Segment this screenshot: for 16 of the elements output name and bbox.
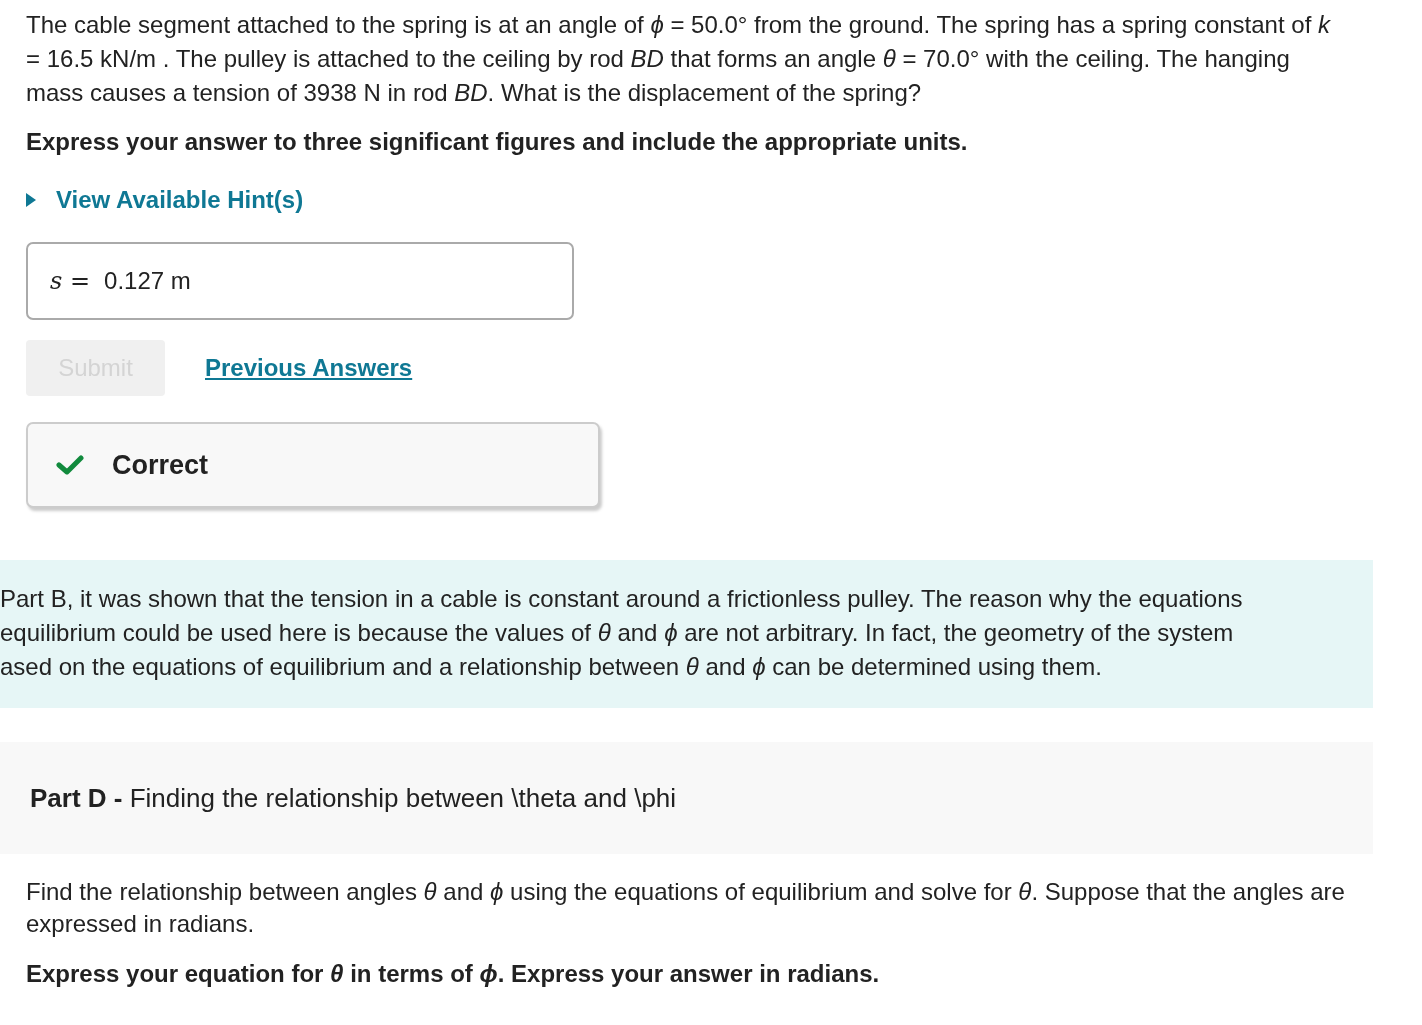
previous-answers-link[interactable]: Previous Answers [205,354,413,382]
question-text: The cable segment attached to the spring is at an angle of ϕ = 50.0° from the ground. The spring has a spring constant of k = 16.5 kN/m . The pulley is attached to the ceiling by rod BD that forms an angle θ = 70.0° with the ceiling. The hanging mass causes a tension of 3938 N in rod BD. What is the displacement of the spring? [26,10,1332,108]
explanation-text: Part B, it was shown that the tension in a cable is constant around a frictionless pulley. The reason why the equations [0,584,1244,614]
explanation-text: ased on the equations of equilibrium and a relationship between θ and ϕ can be determined using them. [0,652,1103,682]
view-hints-toggle[interactable]: View Available Hint(s) [26,186,304,214]
explanation-text: equilibrium could be used here is because the values of θ and ϕ are not arbitrary. In fact, the geometry of the system [0,618,1235,648]
caret-icon [26,193,36,207]
part-question-text: Find the relationship between angles θ and ϕ using the equations of equilibrium and solve for θ. Suppose that the angles are expressed in radians. [26,877,1346,939]
variable-label: s = [50,267,91,295]
part-title: Part D - Finding the relationship between \theta and \phi [30,782,677,814]
answer-value: 0.127 m [104,267,191,295]
answer-instruction: Express your answer to three significant figures and include the appropriate units. [26,128,969,156]
part-instruction: Express your equation for θ in terms of ϕ. Express your answer in radians. [26,960,881,988]
feedback-text: Correct [112,449,209,481]
checkmark-icon [56,455,84,475]
answer-field[interactable]: s = 0.127 m [26,242,574,320]
